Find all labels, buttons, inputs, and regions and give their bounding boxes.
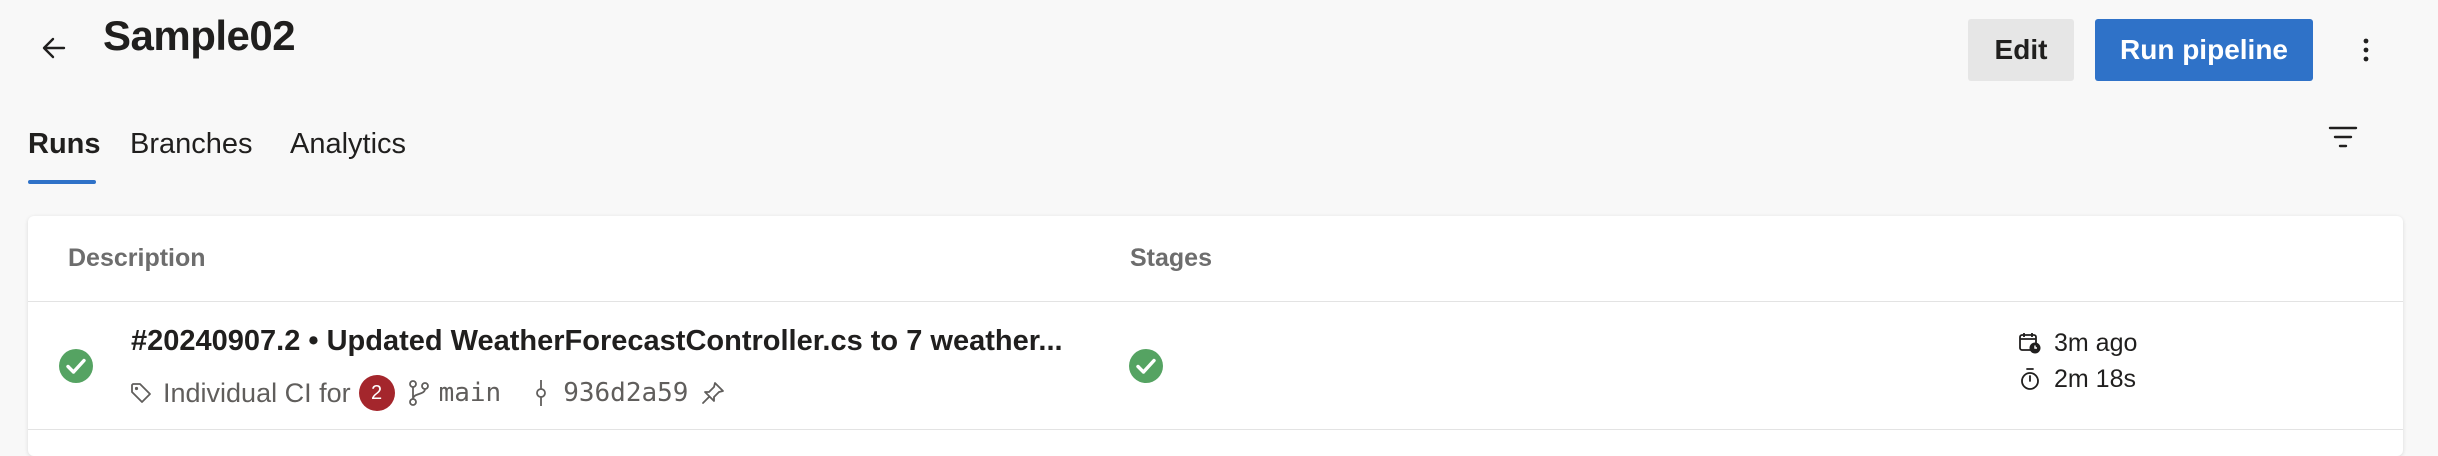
queued-time: 3m ago (2018, 325, 2137, 361)
back-arrow-icon (42, 37, 66, 59)
active-tab-indicator (28, 180, 96, 184)
page-title: Sample02 (103, 12, 296, 59)
runs-table: Description Stages #20240907.2 • Updated… (28, 216, 2403, 456)
page-header: Sample02 Edit Run pipeline (0, 0, 2438, 100)
more-actions-button[interactable] (2344, 24, 2388, 76)
filter-button[interactable] (2320, 114, 2366, 160)
stage-success-icon[interactable] (1128, 348, 1164, 384)
table-header: Description Stages (28, 216, 2403, 302)
run-pipeline-button[interactable]: Run pipeline (2095, 19, 2313, 81)
branch-name[interactable]: main (439, 378, 502, 408)
commit-icon (536, 380, 547, 406)
run-times: 3m ago 2m 18s (2018, 325, 2137, 397)
duration-time: 2m 18s (2018, 361, 2137, 397)
run-title[interactable]: #20240907.2 • Updated WeatherForecastCon… (131, 325, 1063, 358)
commit-hash[interactable]: 936d2a59 (563, 378, 688, 408)
edit-button[interactable]: Edit (1968, 19, 2074, 81)
changes-count-badge: 2 (358, 375, 395, 411)
table-row[interactable]: #20240907.2 • Updated WeatherForecastCon… (28, 303, 2403, 430)
tab-bar: Runs Branches Analytics (0, 108, 1200, 188)
more-vertical-icon (2363, 38, 2369, 62)
pin-icon (702, 382, 725, 404)
trigger-text: Individual CI for (163, 377, 351, 408)
calendar-clock-icon (2019, 333, 2041, 354)
tab-analytics[interactable]: Analytics (290, 118, 406, 170)
branch-icon (408, 380, 429, 406)
column-header-description: Description (68, 244, 206, 272)
column-header-stages: Stages (1130, 244, 1212, 272)
tab-branches[interactable]: Branches (130, 118, 253, 170)
duration-text: 2m 18s (2054, 364, 2136, 393)
tab-runs[interactable]: Runs (28, 118, 101, 170)
tag-icon (131, 383, 151, 403)
queued-text: 3m ago (2054, 328, 2138, 357)
success-check-icon (59, 349, 93, 383)
filter-icon (2328, 126, 2358, 148)
back-button[interactable] (30, 24, 78, 72)
run-meta: Individual CI for 2 main 936d2a59 (129, 373, 726, 413)
stopwatch-icon (2021, 368, 2039, 390)
